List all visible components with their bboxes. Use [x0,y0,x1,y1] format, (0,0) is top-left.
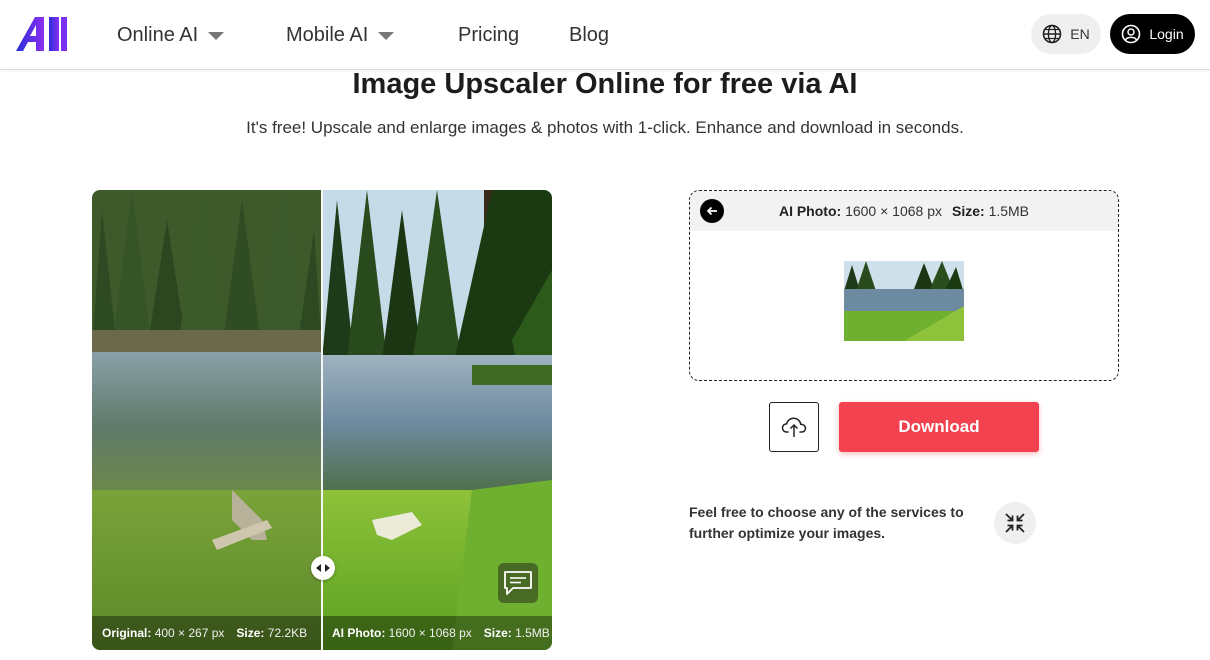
comment-icon [504,571,532,595]
before-after-comparison[interactable]: Original: 400 × 267 px Size: 72.2KB AI Ph… [92,190,552,650]
download-button[interactable]: Download [839,402,1039,452]
nav-pricing-label: Pricing [458,23,520,46]
top-navigation-bar: Online AI Mobile AI Pricing Blog EN Logi… [0,0,1210,70]
collapse-button[interactable] [994,502,1036,544]
comment-button[interactable] [498,563,538,603]
nav-pricing[interactable]: Pricing [458,0,519,70]
result-dimensions: 1600 × 1068 px [845,203,942,219]
result-dropzone[interactable]: AI Photo: 1600 × 1068 px Size: 1.5MB [689,190,1119,381]
globe-icon [1042,24,1062,44]
nav-blog[interactable]: Blog [569,0,609,70]
result-label: AI Photo: [778,203,842,219]
original-size: 72.2KB [267,626,308,640]
comparison-divider[interactable] [321,190,323,650]
upload-button[interactable] [769,402,819,452]
enhanced-dimensions: 1600 × 1068 px [388,626,472,640]
arrow-left-icon [706,206,717,216]
login-button[interactable]: Login [1110,14,1195,54]
nav-blog-label: Blog [569,23,610,46]
enhanced-label: AI Photo: [332,626,386,640]
page-title: Image Upscaler Online for free via AI [352,68,858,100]
result-thumbnail[interactable] [844,261,964,341]
enhanced-size-label: Size: [483,626,512,640]
enhanced-size: 1.5MB [515,626,550,640]
page-subtitle: It's free! Upscale and enlarge images & … [246,118,964,137]
chevron-down-icon [208,32,225,40]
result-size-label: Size: [951,203,985,219]
result-info-bar: AI Photo: 1600 × 1068 px Size: 1.5MB [690,191,1118,231]
collapse-arrows-icon [1005,513,1025,533]
result-size: 1.5MB [988,203,1030,219]
services-hint: Feel free to choose any of the services … [689,504,964,541]
original-label: Original: [102,626,152,640]
enhanced-image-info: AI Photo: 1600 × 1068 px Size: 1.5MB [323,616,552,650]
original-size-label: Size: [236,626,265,640]
nav-mobile-ai[interactable]: Mobile AI [286,0,395,70]
chevron-down-icon [378,32,395,40]
nav-online-ai[interactable]: Online AI [117,0,225,70]
language-code: EN [1070,26,1090,42]
original-dimensions: 400 × 267 px [154,626,225,640]
login-label: Login [1149,26,1184,42]
user-circle-icon [1122,24,1141,44]
language-selector[interactable]: EN [1031,14,1101,54]
brand-logo[interactable] [16,17,68,51]
back-button[interactable] [700,199,724,223]
left-right-arrows-icon[interactable] [311,556,335,580]
cloud-upload-icon [781,417,807,437]
nav-online-ai-label: Online AI [117,23,199,46]
nav-mobile-ai-label: Mobile AI [286,23,369,46]
original-image-info: Original: 400 × 267 px Size: 72.2KB [92,616,321,650]
